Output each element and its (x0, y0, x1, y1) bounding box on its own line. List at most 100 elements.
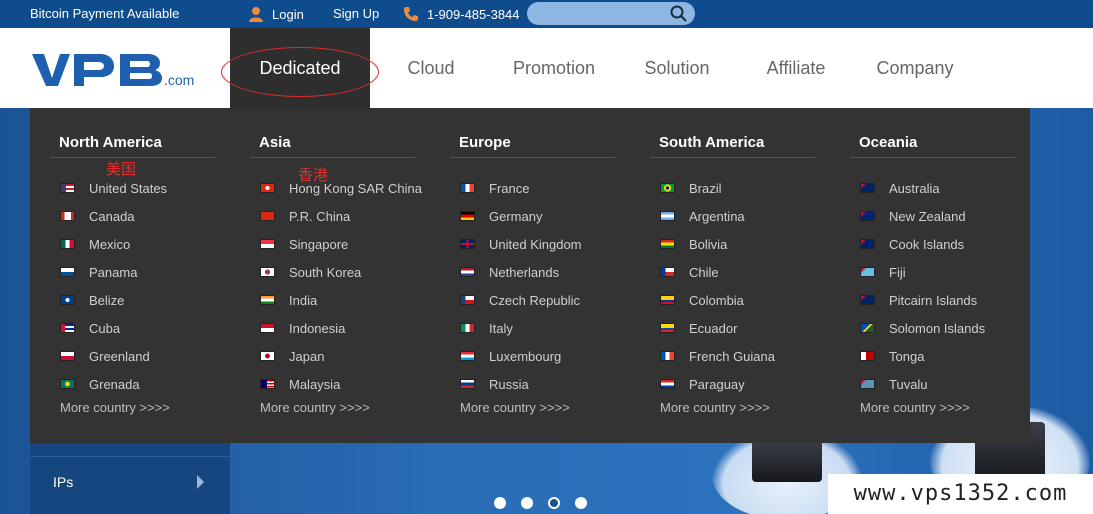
country-label: Greenland (89, 348, 150, 364)
country-link[interactable]: South Korea (260, 258, 422, 286)
country-link[interactable]: Cuba (60, 314, 167, 342)
country-label: Cuba (89, 320, 121, 336)
chevron-right-icon (197, 475, 204, 489)
country-link[interactable]: Canada (60, 202, 167, 230)
country-link[interactable]: Panama (60, 258, 167, 286)
carousel-dot[interactable] (575, 497, 587, 509)
country-label: Bolivia (689, 236, 728, 252)
country-label: Colombia (689, 292, 744, 308)
country-label: Grenada (89, 376, 140, 392)
signup-link[interactable]: Sign Up (333, 6, 379, 21)
brazil-flag-icon (660, 183, 675, 193)
country-link[interactable]: Pitcairn Islands (860, 286, 985, 314)
country-link[interactable]: Indonesia (260, 314, 422, 342)
country-link[interactable]: Ecuador (660, 314, 775, 342)
carousel-dot[interactable] (494, 497, 506, 509)
chile-flag-icon (660, 267, 675, 277)
more-countries-link[interactable]: More country >>>> (460, 400, 570, 415)
country-link[interactable]: Mexico (60, 230, 167, 258)
nav-dedicated-servers[interactable]: Dedicated Servers (221, 28, 379, 158)
country-link[interactable]: Russia (460, 370, 582, 398)
tuvalu-flag-icon (860, 379, 875, 389)
phone-number: 1-909-485-3844 (427, 6, 520, 22)
country-link[interactable]: Grenada (60, 370, 167, 398)
mexico-flag-icon (60, 239, 75, 249)
country-link[interactable]: Tuvalu (860, 370, 985, 398)
country-label: United Kingdom (489, 236, 582, 252)
region-title: North America (50, 134, 215, 158)
country-link[interactable]: Bolivia (660, 230, 775, 258)
luxembourg-flag-icon (460, 351, 475, 361)
ecuador-flag-icon (660, 323, 675, 333)
country-link[interactable]: Chile (660, 258, 775, 286)
country-link[interactable]: Paraguay (660, 370, 775, 398)
greenland-flag-icon (60, 351, 75, 361)
country-link[interactable]: P.R. China (260, 202, 422, 230)
country-link[interactable]: New Zealand (860, 202, 985, 230)
fiji-flag-icon (860, 267, 875, 277)
country-link[interactable]: Singapore (260, 230, 422, 258)
carousel-dot[interactable] (521, 497, 533, 509)
uk-flag-icon (460, 239, 475, 249)
france-flag-icon (460, 183, 475, 193)
country-link[interactable]: Italy (460, 314, 582, 342)
nav-cloud[interactable]: Cloud (400, 28, 462, 108)
search-box (527, 2, 695, 25)
country-link[interactable]: Germany (460, 202, 582, 230)
country-link[interactable]: Malaysia (260, 370, 422, 398)
country-link[interactable]: Greenland (60, 342, 167, 370)
cook-islands-flag-icon (860, 239, 875, 249)
carousel-dot-active[interactable] (548, 497, 560, 509)
more-countries-link[interactable]: More country >>>> (660, 400, 770, 415)
hong-kong-flag-icon (260, 183, 275, 193)
nav-promotion[interactable]: Promotion (505, 28, 603, 108)
region-title: Asia (250, 134, 415, 158)
country-label: Ecuador (689, 320, 738, 336)
country-link[interactable]: Fiji (860, 258, 985, 286)
more-countries-link[interactable]: More country >>>> (60, 400, 170, 415)
more-countries-link[interactable]: More country >>>> (860, 400, 970, 415)
country-link[interactable]: United Kingdom (460, 230, 582, 258)
country-link[interactable]: India (260, 286, 422, 314)
country-label: Mexico (89, 236, 131, 252)
country-label: South Korea (289, 264, 362, 280)
country-label: Indonesia (289, 320, 346, 336)
country-label: India (289, 292, 318, 308)
country-link[interactable]: Luxembourg (460, 342, 582, 370)
country-link[interactable]: French Guiana (660, 342, 775, 370)
country-link[interactable]: France (460, 174, 582, 202)
country-label: Pitcairn Islands (889, 292, 978, 308)
country-link[interactable]: Tonga (860, 342, 985, 370)
australia-flag-icon (860, 183, 875, 193)
solomon-islands-flag-icon (860, 323, 875, 333)
login-link[interactable]: Login (248, 6, 304, 22)
nav-affiliate[interactable]: Affiliate (759, 28, 833, 108)
nav-company[interactable]: Company (870, 28, 960, 108)
country-link[interactable]: Belize (60, 286, 167, 314)
country-label: Argentina (689, 208, 745, 224)
country-link[interactable]: Cook Islands (860, 230, 985, 258)
search-input[interactable] (537, 5, 667, 22)
country-label: Belize (89, 292, 125, 308)
phone-icon (404, 7, 418, 21)
country-label: Russia (489, 376, 529, 392)
server-illustration (752, 440, 822, 482)
sidebar-item-ips[interactable]: IPs (30, 456, 230, 506)
country-link[interactable]: Brazil (660, 174, 775, 202)
argentina-flag-icon (660, 211, 675, 221)
country-link[interactable]: Argentina (660, 202, 775, 230)
more-countries-link[interactable]: More country >>>> (260, 400, 370, 415)
netherlands-flag-icon (460, 267, 475, 277)
country-link[interactable]: Netherlands (460, 258, 582, 286)
country-link[interactable]: Hong Kong SAR China (260, 174, 422, 202)
country-link[interactable]: Solomon Islands (860, 314, 985, 342)
logo[interactable]: .com (30, 50, 195, 90)
country-link[interactable]: Colombia (660, 286, 775, 314)
nav-solution[interactable]: Solution (637, 28, 717, 108)
country-link[interactable]: Czech Republic (460, 286, 582, 314)
annotation-usa: 美国 (106, 161, 137, 178)
search-icon[interactable] (670, 5, 687, 22)
country-link[interactable]: Japan (260, 342, 422, 370)
italy-flag-icon (460, 323, 475, 333)
country-link[interactable]: Australia (860, 174, 985, 202)
